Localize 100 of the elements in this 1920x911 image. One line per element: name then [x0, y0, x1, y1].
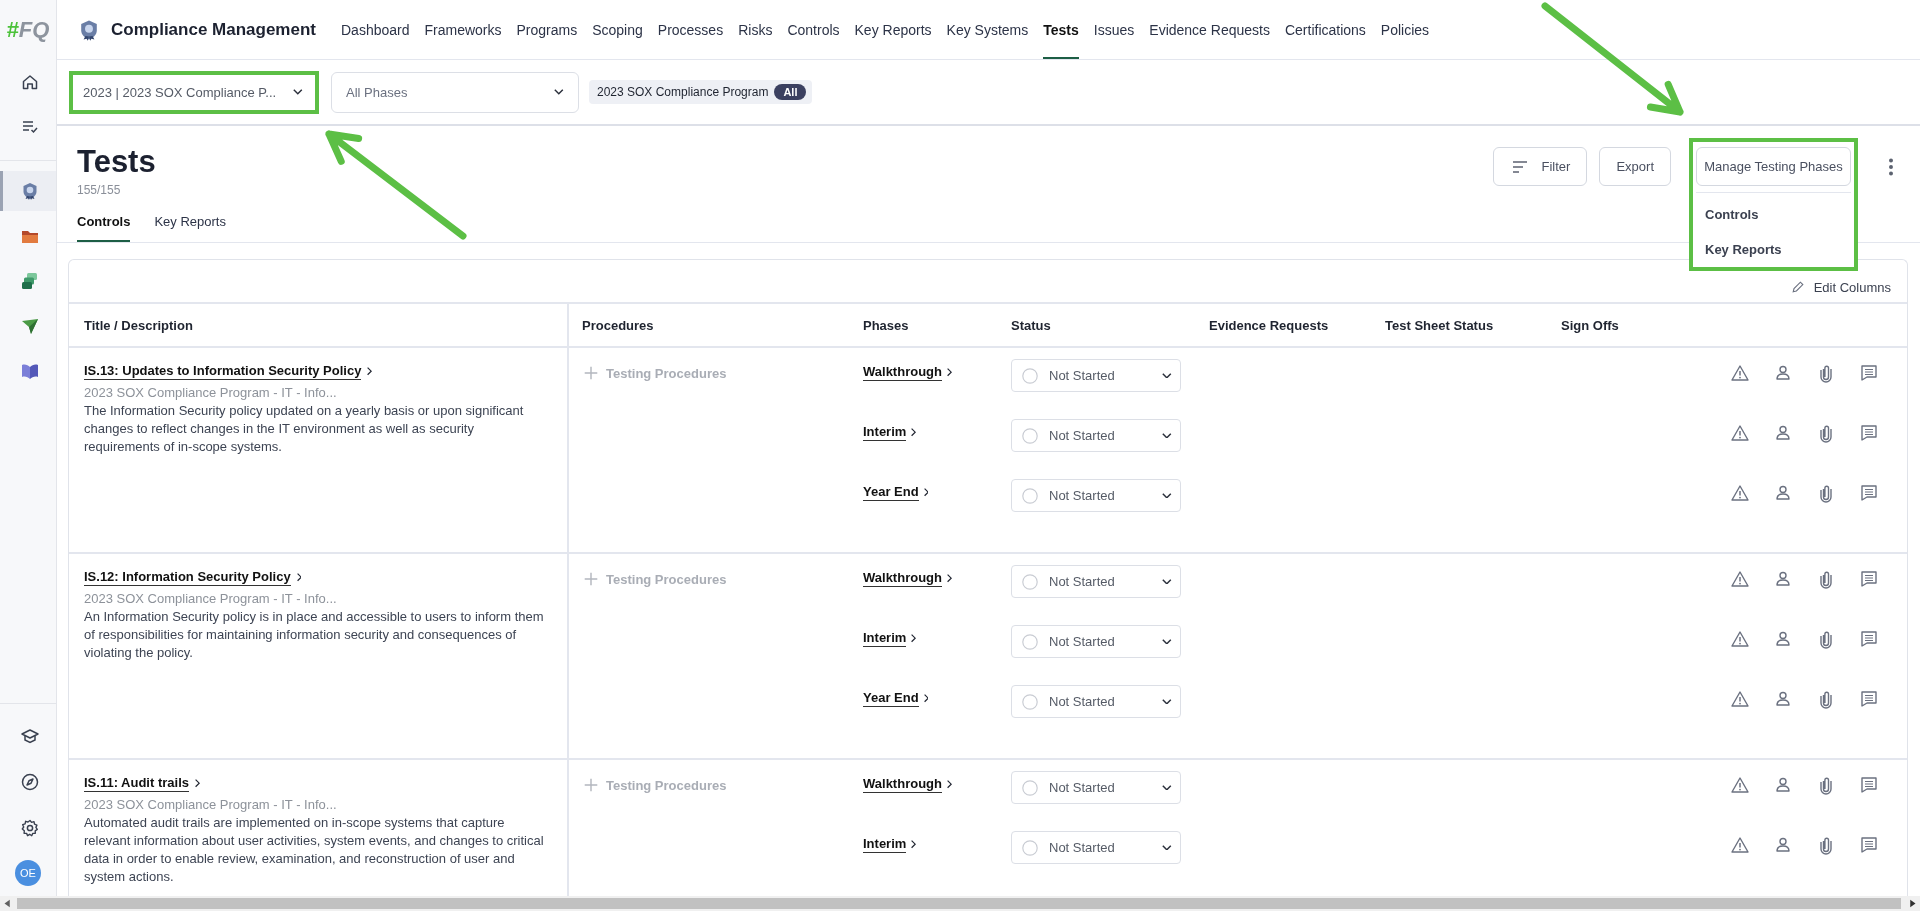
nav-tab[interactable]: Key Systems: [946, 0, 1029, 59]
person-icon[interactable]: [1773, 569, 1793, 589]
person-icon[interactable]: [1773, 775, 1793, 795]
control-title-link[interactable]: IS.13: Updates to Information Security Policy: [84, 363, 373, 380]
menu-item[interactable]: Controls: [1696, 197, 1851, 232]
caret-icon: [1162, 492, 1172, 499]
comment-icon[interactable]: [1859, 689, 1879, 709]
manage-testing-phases-button[interactable]: Manage Testing Phases: [1696, 147, 1851, 186]
column-header: Test Sheet Status: [1384, 316, 1495, 335]
status-circle-icon: [1021, 778, 1039, 797]
phase-link[interactable]: Interim: [863, 630, 917, 647]
status-circle-icon: [1021, 572, 1039, 591]
status-dropdown[interactable]: Not Started: [1011, 625, 1181, 658]
status-circle-icon: [1021, 486, 1039, 505]
nav-tab[interactable]: Risks: [738, 0, 773, 59]
control-description: The Information Security policy updated on a yearly basis or upon significant changes to reflect changes in the IT environment as well as security requirements of in-scope systems.: [84, 402, 525, 456]
control-description: Automated audit trails are implemented on in-scope systems that capture relevant information about user activities, system events, and changes to critical data in order to enable review, examination, and reconstruction of user and system actions.: [84, 814, 545, 886]
nav-tab[interactable]: Controls: [787, 0, 840, 59]
phase-dropdown[interactable]: All Phases: [331, 71, 579, 113]
person-icon[interactable]: [1773, 423, 1793, 443]
nav-tab[interactable]: Evidence Requests: [1149, 0, 1270, 59]
phase-link[interactable]: Walkthrough: [863, 364, 952, 381]
status-dropdown[interactable]: Not Started: [1011, 359, 1181, 392]
person-icon[interactable]: [1773, 363, 1793, 383]
plus-icon: [582, 776, 600, 794]
plus-icon: [582, 570, 600, 588]
caret-icon: [1162, 698, 1172, 705]
comment-icon[interactable]: [1859, 835, 1879, 855]
warning-icon[interactable]: [1730, 483, 1750, 503]
nav-tab[interactable]: Issues: [1093, 0, 1135, 59]
nav-tab[interactable]: Certifications: [1284, 0, 1366, 59]
comment-icon[interactable]: [1859, 363, 1879, 383]
stacked-cards-icon: [19, 271, 40, 291]
tab[interactable]: Controls: [77, 214, 131, 242]
status-dropdown[interactable]: Not Started: [1011, 771, 1181, 804]
chevron-right-icon: [923, 488, 929, 497]
caret-icon: [554, 89, 564, 95]
warning-icon[interactable]: [1730, 569, 1750, 589]
status-dropdown[interactable]: Not Started: [1011, 831, 1181, 864]
plus-icon: [582, 364, 600, 382]
caret-icon: [1162, 844, 1172, 851]
graduation-cap-icon: [19, 726, 40, 746]
person-icon[interactable]: [1773, 689, 1793, 709]
horizontal-scrollbar[interactable]: [0, 896, 1920, 911]
status-dropdown[interactable]: Not Started: [1011, 565, 1181, 598]
chevron-right-icon: [195, 779, 200, 788]
sidebar-item[interactable]: [0, 171, 56, 211]
phase-link[interactable]: Interim: [863, 836, 917, 853]
record-count: 155/155: [77, 183, 122, 197]
caret-icon: [1162, 372, 1172, 379]
warning-icon[interactable]: [1730, 689, 1750, 709]
nav-tab[interactable]: Programs: [516, 0, 578, 59]
comment-icon[interactable]: [1859, 423, 1879, 443]
column-header: Procedures: [581, 316, 655, 335]
person-icon[interactable]: [1773, 629, 1793, 649]
column-header: Status: [1010, 316, 1052, 335]
nav-tab[interactable]: Key Reports: [854, 0, 932, 59]
caret-icon: [293, 89, 303, 95]
status-dropdown[interactable]: Not Started: [1011, 419, 1181, 452]
warning-icon[interactable]: [1730, 423, 1750, 443]
warning-icon[interactable]: [1730, 629, 1750, 649]
status-dropdown[interactable]: Not Started: [1011, 479, 1181, 512]
nav-tab[interactable]: Dashboard: [341, 0, 410, 59]
person-icon[interactable]: [1773, 835, 1793, 855]
person-icon[interactable]: [1773, 483, 1793, 503]
comment-icon[interactable]: [1859, 775, 1879, 795]
status-circle-icon: [1021, 426, 1039, 445]
nav-tab[interactable]: Tests: [1043, 0, 1079, 59]
nav-tab[interactable]: Frameworks: [424, 0, 502, 59]
tab[interactable]: Key Reports: [154, 214, 226, 242]
filter-button[interactable]: Filter: [1492, 147, 1588, 186]
nav-tab[interactable]: Scoping: [592, 0, 643, 59]
status-circle-icon: [1021, 632, 1039, 651]
caret-icon: [1162, 638, 1172, 645]
warning-icon[interactable]: [1730, 835, 1750, 855]
app-logo: #FQ: [6, 16, 50, 44]
comment-icon[interactable]: [1859, 569, 1879, 589]
chevron-right-icon: [946, 780, 952, 789]
pencil-icon: [1789, 279, 1806, 295]
control-description: An Information Security policy is in place and accessible to users to inform them of responsibilities for maintaining information security and consequences of violating the policy.: [84, 608, 545, 662]
edit-columns-link[interactable]: Edit Columns: [1789, 267, 1891, 295]
settings-icon: [19, 818, 40, 838]
phase-link[interactable]: Walkthrough: [863, 570, 952, 587]
nav-tab[interactable]: Policies: [1380, 0, 1430, 59]
warning-icon[interactable]: [1730, 775, 1750, 795]
control-title-link[interactable]: IS.11: Audit trails: [84, 775, 200, 792]
phase-link[interactable]: Interim: [863, 424, 917, 441]
scrollbar-thumb[interactable]: [17, 898, 1901, 909]
menu-item[interactable]: Key Reports: [1696, 232, 1851, 267]
chevron-right-icon: [911, 634, 917, 643]
status-dropdown[interactable]: Not Started: [1011, 685, 1181, 718]
comment-icon[interactable]: [1859, 629, 1879, 649]
warning-icon[interactable]: [1730, 363, 1750, 383]
control-title-link[interactable]: IS.12: Information Security Policy: [84, 569, 302, 586]
comment-icon[interactable]: [1859, 483, 1879, 503]
phase-link[interactable]: Year End: [863, 690, 929, 707]
phase-link[interactable]: Year End: [863, 484, 929, 501]
export-button[interactable]: Export: [1599, 147, 1671, 186]
phase-link[interactable]: Walkthrough: [863, 776, 952, 793]
nav-tab[interactable]: Processes: [657, 0, 724, 59]
